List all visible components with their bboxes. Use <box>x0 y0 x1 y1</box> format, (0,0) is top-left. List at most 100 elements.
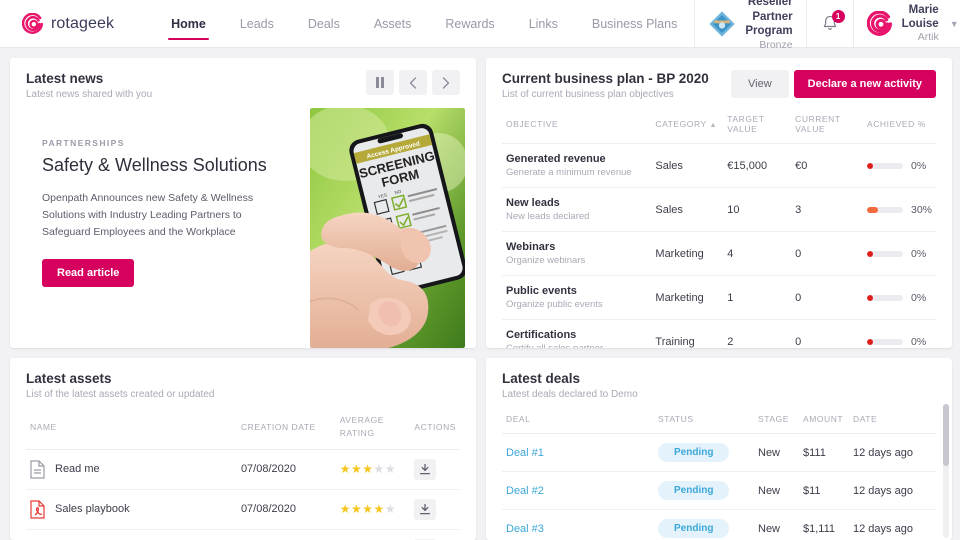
cell-creation-date: 07/08/2020 <box>236 449 336 490</box>
download-button[interactable] <box>414 498 437 520</box>
progress-bar-fill <box>866 338 874 345</box>
latest-assets-subtitle: List of the latest assets created or upd… <box>26 389 215 401</box>
table-row[interactable]: Deal #1 Pending New $111 12 days ago <box>502 433 936 473</box>
download-button[interactable] <box>414 458 437 480</box>
asset-name: Sales playbook <box>55 503 130 516</box>
table-row[interactable]: Read me 07/08/2020 ★★★★★ <box>26 449 460 490</box>
partner-program-widget[interactable]: Reseller Partner Program Bronze <box>694 0 805 51</box>
news-photo[interactable]: Access Approved SCREENING FORM YES NO <box>310 108 465 348</box>
cell-achieved: 0% <box>862 231 936 277</box>
nav-label: Deals <box>307 16 340 31</box>
nav-item-business-plans[interactable]: Business Plans <box>575 0 694 47</box>
col-creation-date[interactable]: CREATION DATE <box>236 408 336 450</box>
progress-bar-track <box>866 206 903 213</box>
col-current-value[interactable]: CURRENT VALUE <box>791 108 863 145</box>
col-status[interactable]: STATUS <box>654 408 754 435</box>
table-row[interactable]: Sales playbook 07/08/2020 ★★★★★ <box>26 489 460 530</box>
carousel-pause-button[interactable] <box>366 70 394 95</box>
notifications-cell[interactable]: 1 <box>805 0 853 47</box>
deal-link[interactable]: Deal #2 <box>506 485 544 497</box>
cell-asset-name: Sales playbook <box>26 489 237 530</box>
cell-rating: ★★★★★ <box>335 529 411 540</box>
business-plan-actions: View Declare a new activity <box>731 70 936 98</box>
col-objective[interactable]: OBJECTIVE <box>502 108 652 145</box>
read-article-button[interactable]: Read article <box>42 258 135 287</box>
sort-ascending-icon: ▲ <box>709 122 717 130</box>
cell-stage: New <box>754 433 799 473</box>
deals-scrollbar-thumb[interactable] <box>943 404 949 466</box>
nav-item-links[interactable]: Links <box>512 0 575 47</box>
cell-status: Pending <box>654 433 754 473</box>
progress-bar-track <box>866 338 903 345</box>
brand-name: rotageek <box>51 14 115 32</box>
deal-link[interactable]: Deal #1 <box>506 447 544 459</box>
objective-description: Generate a minimum revenue <box>506 167 632 179</box>
brand-logo[interactable]: rotageek <box>0 0 132 47</box>
business-plan-table: OBJECTIVE CATEGORY ▲ TARGET VALUE CURREN… <box>502 108 936 348</box>
nav-label: Home <box>171 16 206 31</box>
progress-bar-fill <box>866 162 874 169</box>
cell-target: 2 <box>727 335 734 348</box>
nav-item-rewards[interactable]: Rewards <box>428 0 511 47</box>
table-row[interactable]: Generated revenue Generate a minimum rev… <box>502 143 936 189</box>
table-row[interactable]: Webinars Organize webinars Marketing 4 0 <box>502 231 936 277</box>
view-button[interactable]: View <box>731 70 789 98</box>
col-asset-name[interactable]: NAME <box>26 408 237 450</box>
col-date[interactable]: DATE <box>849 408 936 435</box>
download-icon <box>420 503 431 514</box>
col-stage[interactable]: STAGE <box>754 408 799 435</box>
cell-actions <box>410 489 460 530</box>
cell-target: 10 <box>723 187 792 233</box>
col-deal[interactable]: DEAL <box>502 408 654 435</box>
assets-table-head: NAME CREATION DATE AVERAGE RATING ACTION… <box>26 408 460 450</box>
cell-deal: Deal #2 <box>502 471 654 511</box>
latest-deals-card: Latest deals Latest deals declared to De… <box>486 358 952 540</box>
declare-new-activity-button[interactable]: Declare a new activity <box>793 70 936 98</box>
table-row[interactable]: Public events Organize public events Mar… <box>502 275 936 321</box>
cell-category: Sales <box>651 143 724 189</box>
latest-news-title: Latest news <box>26 71 104 86</box>
progress-bar-fill <box>866 206 878 213</box>
user-org: Artik <box>917 31 939 44</box>
cell-asset-name: Read me <box>26 449 237 490</box>
carousel-next-button[interactable] <box>432 70 460 95</box>
col-achieved-pct[interactable]: ACHIEVED % <box>862 108 936 145</box>
latest-news-header: Latest news Latest news shared with you <box>10 58 476 108</box>
chevron-down-icon[interactable]: ▼ <box>950 19 959 29</box>
col-category[interactable]: CATEGORY ▲ <box>651 108 724 145</box>
nav-item-home[interactable]: Home <box>154 0 223 47</box>
assets-table-wrap: NAME CREATION DATE AVERAGE RATING ACTION… <box>10 408 476 540</box>
table-row[interactable]: Certifications Certify all sales partner… <box>502 320 936 348</box>
asset-name: Read me <box>55 463 100 476</box>
cell-current: 3 <box>791 187 863 233</box>
notification-bell[interactable]: 1 <box>820 9 845 35</box>
table-row[interactable]: Product video presentation 07/08/2020 ★★… <box>26 529 460 540</box>
nav-item-deals[interactable]: Deals <box>291 0 357 47</box>
nav-item-assets[interactable]: Assets <box>357 0 429 47</box>
cell-status: Pending <box>654 509 754 540</box>
cell-amount: $111 <box>799 433 849 473</box>
cell-date: 12 days ago <box>849 509 936 540</box>
col-target-value[interactable]: TARGET VALUE <box>723 108 792 145</box>
col-average-rating[interactable]: AVERAGE RATING <box>335 408 411 450</box>
objective-name: Certifications <box>506 329 577 342</box>
deals-scrollbar[interactable] <box>943 404 949 538</box>
table-row[interactable]: Deal #3 Pending New $1,111 12 days ago <box>502 509 936 540</box>
latest-news-card: Latest news Latest news shared with you <box>10 58 476 348</box>
nav-label: Leads <box>239 16 274 31</box>
carousel-prev-button[interactable] <box>399 70 427 95</box>
latest-assets-title: Latest assets <box>26 371 112 386</box>
cell-target: €15,000 <box>723 143 792 189</box>
table-row[interactable]: Deal #2 Pending New $11 12 days ago <box>502 471 936 511</box>
progress-bar-fill <box>866 250 874 257</box>
deal-link[interactable]: Deal #3 <box>506 523 544 535</box>
table-row[interactable]: New leads New leads declared Sales 10 3 <box>502 187 936 233</box>
cell-current: 0 <box>795 335 802 348</box>
cell-achieved: 0% <box>862 143 936 189</box>
col-amount[interactable]: AMOUNT <box>799 408 849 435</box>
chevron-left-icon <box>409 76 417 89</box>
progress-bar-track <box>866 250 903 257</box>
nav-item-leads[interactable]: Leads <box>223 0 291 47</box>
objective-description: New leads declared <box>506 211 590 223</box>
user-menu[interactable]: Marie Louise Artik ▼ <box>852 0 960 47</box>
